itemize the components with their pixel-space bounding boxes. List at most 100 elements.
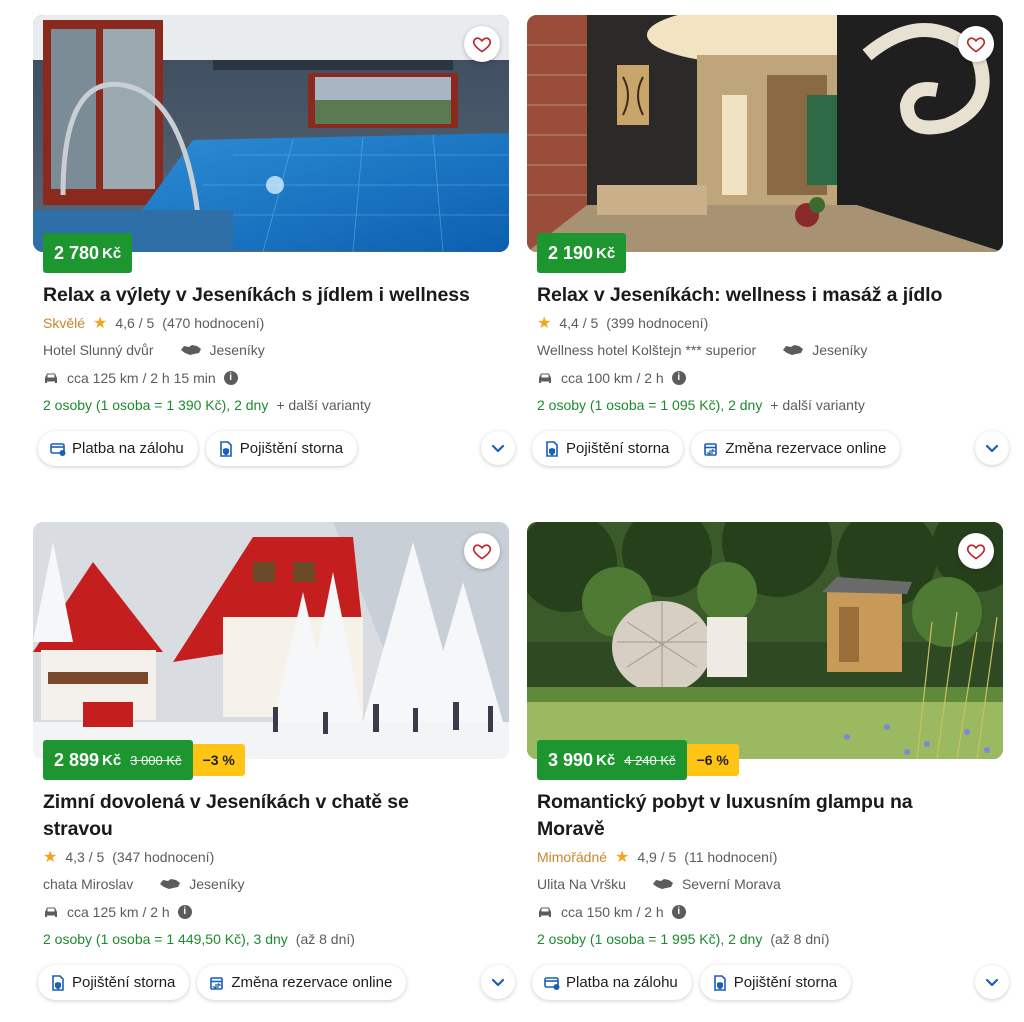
favorite-button[interactable] bbox=[464, 533, 500, 569]
price-value: 2 780 bbox=[54, 242, 100, 263]
offer-title[interactable]: Relax v Jeseníkách: wellness i masáž a j… bbox=[537, 282, 977, 309]
chip-cancel-insurance[interactable]: Pojištění storna bbox=[699, 965, 852, 1000]
price-tag: 2 190 Kč bbox=[537, 233, 627, 273]
car-icon bbox=[539, 907, 551, 917]
offer-line: 2 osoby (1 osoba = 1 449,50 Kč), 3 dny (… bbox=[43, 926, 509, 954]
chip-deposit-payment[interactable]: Platba na zálohu bbox=[38, 431, 198, 466]
wellness-photo bbox=[527, 15, 1003, 252]
location-line: Wellness hotel Kolštejn *** superior Jes… bbox=[537, 337, 1003, 365]
region-name: Jeseníky bbox=[812, 342, 868, 359]
star-icon: ★ bbox=[43, 848, 58, 866]
chip-online-rebooking[interactable]: Změna rezervace online bbox=[691, 431, 901, 466]
expand-button[interactable] bbox=[975, 965, 1009, 999]
car-icon bbox=[539, 373, 551, 383]
chip-label: Pojištění storna bbox=[72, 974, 176, 991]
chip-cancel-insurance[interactable]: Pojištění storna bbox=[532, 431, 684, 466]
heart-icon bbox=[966, 544, 986, 560]
price-value: 2 899 bbox=[54, 749, 100, 770]
hotel-name: chata Miroslav bbox=[43, 876, 134, 893]
price-value: 2 190 bbox=[548, 242, 594, 263]
price-currency: Kč bbox=[102, 244, 122, 262]
old-price: 3 000 Kč bbox=[130, 752, 182, 768]
rating-line: ★ 4,3 / 5 (347 hodnocení) bbox=[43, 843, 509, 871]
offer-card[interactable]: 3 990 Kč 4 240 Kč −6 % Romantický pobyt v … bbox=[527, 522, 1009, 1000]
chip-label: Změna rezervace online bbox=[231, 974, 393, 991]
offer-photo[interactable] bbox=[33, 15, 509, 252]
card-payment-icon bbox=[544, 976, 560, 990]
calendar-change-icon bbox=[210, 976, 224, 990]
region-name: Severní Morava bbox=[681, 876, 781, 893]
price-currency: Kč bbox=[102, 751, 122, 769]
extra-variants-link[interactable]: + další varianty bbox=[276, 397, 371, 413]
review-count: (11 hodnocení) bbox=[684, 848, 778, 865]
pool-photo bbox=[33, 15, 509, 252]
hotel-name: Ulita Na Vršku bbox=[537, 876, 626, 893]
favorite-button[interactable] bbox=[958, 26, 994, 62]
favorite-button[interactable] bbox=[464, 26, 500, 62]
offer-title[interactable]: Romantický pobyt v luxusním glampu na Mo… bbox=[537, 789, 917, 843]
offer-photo[interactable] bbox=[33, 522, 509, 759]
expand-button[interactable] bbox=[975, 431, 1009, 465]
offer-title[interactable]: Zimní dovolená v Jeseníkách v chatě se s… bbox=[43, 789, 483, 843]
chip-online-rebooking[interactable]: Změna rezervace online bbox=[197, 965, 407, 1000]
chevron-down-icon bbox=[985, 444, 999, 453]
rating-line: Skvělé ★ 4,6 / 5 (470 hodnocení) bbox=[43, 309, 509, 337]
rating-line: Mimořádné ★ 4,9 / 5 (11 hodnocení) bbox=[537, 843, 1003, 871]
distance-line: cca 100 km / 2 h i bbox=[537, 364, 1003, 392]
distance-line: cca 125 km / 2 h 15 min i bbox=[43, 364, 509, 392]
offer-card[interactable]: 2 190 Kč Relax v Jeseníkách: wellness i m… bbox=[527, 15, 1009, 466]
offer-line: 2 osoby (1 osoba = 1 995 Kč), 2 dny (až … bbox=[537, 926, 1003, 954]
car-icon bbox=[45, 907, 57, 917]
stay-length-note: (až 8 dní) bbox=[295, 931, 355, 948]
price-tag: 3 990 Kč 4 240 Kč −6 % bbox=[537, 740, 739, 780]
chevron-down-icon bbox=[985, 978, 999, 987]
rating-value: 4,4 / 5 bbox=[559, 314, 599, 331]
offer-card[interactable]: 2 899 Kč 3 000 Kč −3 % Zimní dovolená v Je… bbox=[33, 522, 515, 1000]
info-icon[interactable]: i bbox=[177, 904, 192, 919]
rating-word: Skvělé bbox=[43, 314, 86, 331]
insurance-icon bbox=[546, 440, 558, 457]
offer-line: 2 osoby (1 osoba = 1 390 Kč), 2 dny + da… bbox=[43, 392, 509, 420]
offer-text: 2 osoby (1 osoba = 1 390 Kč), 2 dny bbox=[43, 397, 269, 414]
distance-text: cca 150 km / 2 h bbox=[561, 903, 664, 920]
price-currency: Kč bbox=[596, 244, 616, 262]
review-count: (470 hodnocení) bbox=[162, 314, 265, 331]
hotel-name: Hotel Slunný dvůr bbox=[43, 342, 154, 359]
chip-cancel-insurance[interactable]: Pojištění storna bbox=[205, 431, 358, 466]
extra-variants-link[interactable]: + další varianty bbox=[770, 397, 865, 413]
favorite-button[interactable] bbox=[958, 533, 994, 569]
offer-title[interactable]: Relax a výlety v Jeseníkách s jídlem i w… bbox=[43, 282, 483, 309]
map-region-icon bbox=[160, 879, 181, 890]
offer-text: 2 osoby (1 osoba = 1 095 Kč), 2 dny bbox=[537, 397, 763, 414]
review-count: (347 hodnocení) bbox=[112, 848, 215, 865]
info-icon[interactable]: i bbox=[671, 904, 686, 919]
chevron-down-icon bbox=[491, 978, 505, 987]
rating-value: 4,6 / 5 bbox=[115, 314, 155, 331]
discount-badge: −3 % bbox=[192, 744, 245, 776]
offer-card[interactable]: 2 780 Kč Relax a výlety v Jeseníkách s jí… bbox=[33, 15, 515, 466]
insurance-icon bbox=[219, 440, 232, 457]
chip-deposit-payment[interactable]: Platba na zálohu bbox=[532, 965, 692, 1000]
offer-text: 2 osoby (1 osoba = 1 995 Kč), 2 dny bbox=[537, 931, 763, 948]
distance-line: cca 125 km / 2 h i bbox=[43, 898, 509, 926]
winter-chalet-photo bbox=[33, 522, 509, 759]
chip-cancel-insurance[interactable]: Pojištění storna bbox=[38, 965, 190, 1000]
offer-photo[interactable] bbox=[527, 15, 1003, 252]
chevron-down-icon bbox=[491, 444, 505, 453]
card-payment-icon bbox=[50, 442, 66, 456]
review-count: (399 hodnocení) bbox=[606, 314, 709, 331]
info-icon[interactable]: i bbox=[223, 370, 238, 385]
expand-button[interactable] bbox=[481, 431, 515, 465]
distance-text: cca 100 km / 2 h bbox=[561, 369, 664, 386]
map-region-icon bbox=[783, 345, 804, 356]
info-icon[interactable]: i bbox=[671, 370, 686, 385]
offer-photo[interactable] bbox=[527, 522, 1003, 759]
expand-button[interactable] bbox=[481, 965, 515, 999]
price-value: 3 990 bbox=[548, 749, 594, 770]
calendar-change-icon bbox=[704, 442, 718, 456]
location-line: chata Miroslav Jeseníky bbox=[43, 871, 509, 899]
rating-value: 4,3 / 5 bbox=[65, 848, 105, 865]
glamping-photo bbox=[527, 522, 1003, 759]
star-icon: ★ bbox=[537, 314, 552, 332]
hotel-name: Wellness hotel Kolštejn *** superior bbox=[537, 342, 757, 359]
